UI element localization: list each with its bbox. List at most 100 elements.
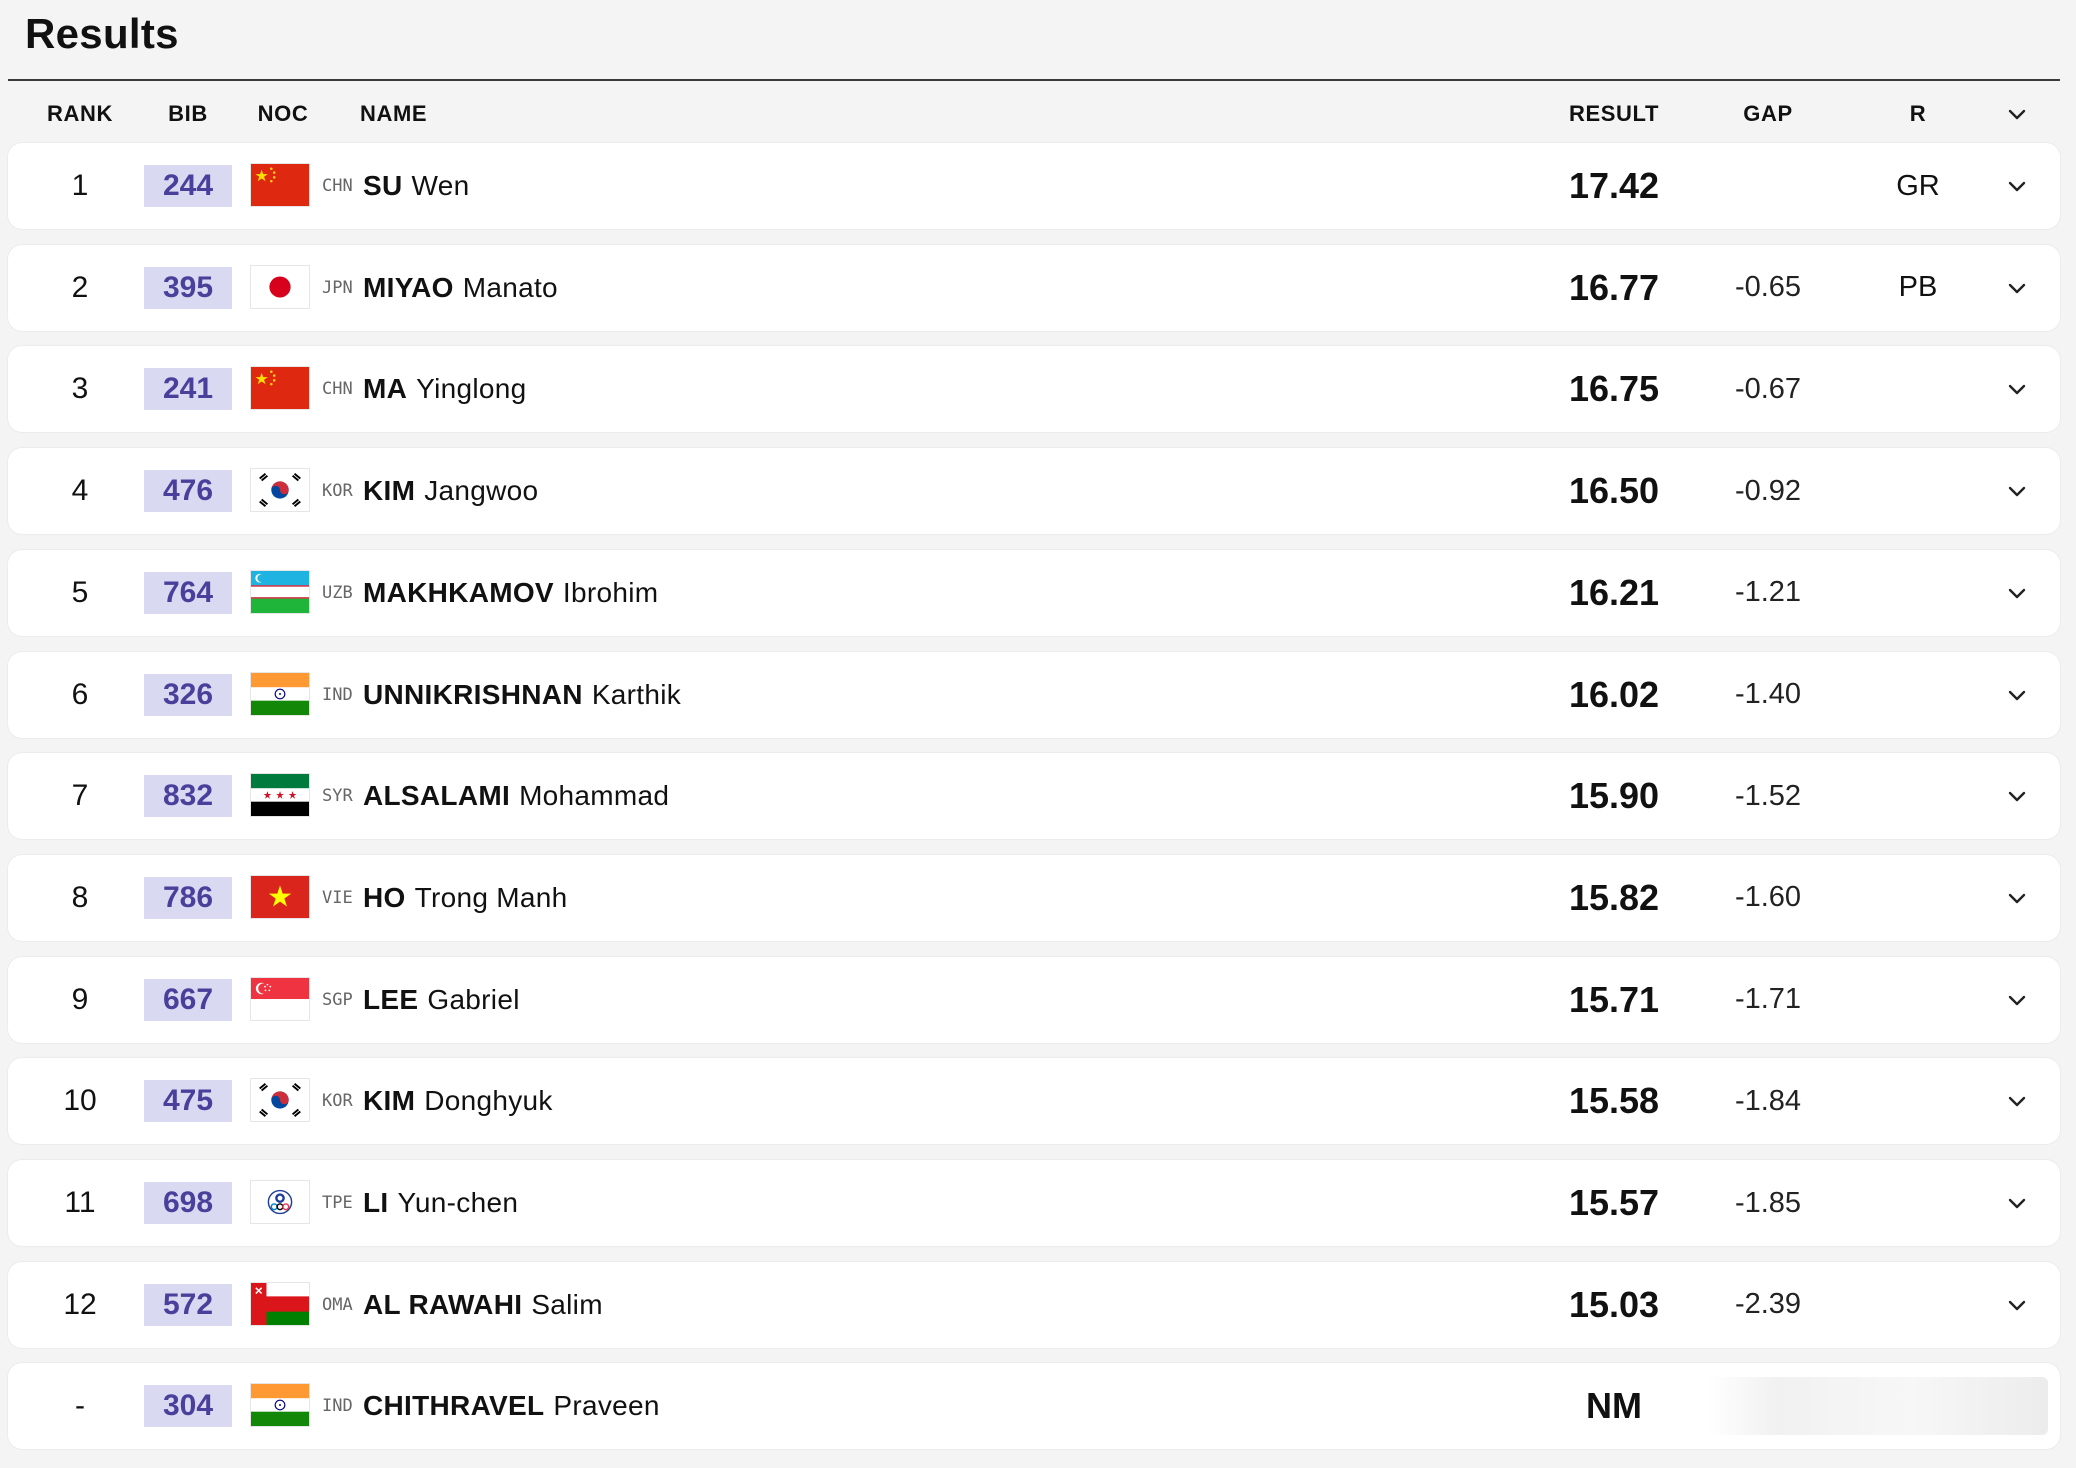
noc-code: VIE (322, 887, 353, 908)
expand-row-button[interactable] (1988, 550, 2046, 636)
athlete-given-name: Yun-chen (397, 1187, 519, 1218)
athlete-name[interactable]: MAKHKAMOV Ibrohim (363, 550, 658, 636)
athlete-name[interactable]: LI Yun-chen (363, 1160, 518, 1246)
rank-value: 6 (71, 677, 89, 711)
chevron-down-icon (2008, 1300, 2026, 1310)
expand-row-button[interactable] (1988, 652, 2046, 738)
header-noc: NOC (257, 101, 309, 126)
sgp-flag-icon (251, 977, 309, 1020)
expand-all-button[interactable] (1988, 90, 2046, 138)
athlete-given-name: Ibrohim (562, 576, 659, 608)
athlete-family-name: KIM (363, 1085, 416, 1117)
rank-value: 7 (71, 779, 89, 813)
bib-badge: 476 (144, 470, 232, 513)
noc-code: SGP (322, 989, 353, 1010)
expand-row-button[interactable] (1988, 753, 2046, 839)
table-row[interactable]: 12 572 OMA AL RAWAHI Salim 15.03 -2.39 (8, 1261, 2060, 1348)
athlete-family-name: HO (363, 881, 406, 913)
page-title: Results (25, 10, 179, 57)
chevron-down-icon (2008, 385, 2026, 395)
expand-row-button[interactable] (1988, 957, 2046, 1043)
table-row[interactable]: 1 244 CHN SU Wen 17.42 GR (8, 143, 2060, 229)
bib-badge: 304 (144, 1385, 232, 1428)
noc-code: CHN (322, 176, 353, 196)
athlete-family-name: LEE (363, 983, 419, 1015)
chn-flag-icon (251, 367, 309, 410)
expand-row-button[interactable] (1988, 855, 2046, 941)
table-header: RANK BIB NOC NAME RESULT GAP R (8, 90, 2060, 138)
chn-flag-icon (251, 164, 309, 206)
table-row[interactable]: 4 476 KOR KIM Jangwoo 16.50 -0.92 (8, 448, 2060, 535)
athlete-name[interactable]: HO Trong Manh (363, 855, 568, 941)
table-row[interactable]: 7 832 SYR ALSALAMI Mohammad 15.90 -1.52 (8, 753, 2060, 840)
record-value (1838, 448, 1998, 534)
expand-row-button[interactable] (1988, 1262, 2046, 1348)
syr-flag-icon (251, 774, 309, 817)
chevron-down-icon (2008, 995, 2026, 1005)
athlete-name[interactable]: KIM Donghyuk (363, 1058, 553, 1144)
results-page: Results RANK BIB NOC NAME RESULT GAP R 1… (0, 0, 2076, 1468)
record-value (1838, 550, 1998, 636)
expand-row-button[interactable] (1988, 143, 2046, 229)
expand-row-button[interactable] (1988, 245, 2046, 331)
chevron-down-icon (2008, 109, 2026, 120)
table-row[interactable]: 10 475 KOR KIM Donghyuk 15.58 -1.84 (8, 1058, 2060, 1145)
record-value (1838, 1160, 1998, 1246)
bib-badge: 832 (144, 775, 232, 818)
bib-badge: 667 (144, 978, 232, 1021)
expand-row-button[interactable] (1988, 1160, 2046, 1246)
noc-code: KOR (322, 1091, 353, 1112)
chevron-down-icon (2008, 588, 2026, 598)
oma-flag-icon (250, 1281, 310, 1326)
table-row[interactable]: 5 764 UZB MAKHKAMOV Ibrohim 16.21 -1.21 (8, 549, 2060, 636)
athlete-family-name: LI (363, 1187, 389, 1218)
expand-row-button[interactable] (1988, 346, 2046, 432)
athlete-name[interactable]: MIYAO Manato (363, 245, 558, 331)
athlete-family-name: ALSALAMI (363, 780, 511, 812)
table-row[interactable]: 8 786 VIE HO Trong Manh 15.82 -1.60 (8, 854, 2060, 941)
record-value (1838, 753, 1998, 839)
kor-flag-icon (250, 1078, 310, 1123)
athlete-name[interactable]: CHITHRAVEL Praveen (363, 1363, 660, 1449)
expand-row-button[interactable] (1988, 1058, 2046, 1144)
table-row[interactable]: 2 395 JPN MIYAO Manato 16.77 -0.65 PB (8, 244, 2060, 331)
athlete-name[interactable]: MA Yinglong (363, 346, 527, 432)
table-row[interactable]: 11 698 TPE LI Yun-chen 15.57 -1.85 (8, 1160, 2060, 1246)
rank-value: 8 (71, 880, 89, 914)
athlete-family-name: AL RAWAHI (363, 1288, 523, 1320)
noc-code: UZB (322, 582, 353, 603)
athlete-name[interactable]: LEE Gabriel (363, 957, 520, 1043)
athlete-given-name: Donghyuk (424, 1085, 553, 1117)
kor-flag-icon (251, 1079, 309, 1122)
uzb-flag-icon (250, 569, 310, 614)
athlete-family-name: CHITHRAVEL (363, 1390, 545, 1422)
athlete-name[interactable]: AL RAWAHI Salim (363, 1262, 603, 1348)
bib-badge: 244 (144, 165, 232, 207)
rank-value: - (75, 1389, 85, 1423)
athlete-given-name: Mohammad (519, 780, 670, 812)
record-value (1838, 346, 1998, 432)
athlete-family-name: KIM (363, 475, 416, 507)
record-value (1838, 1058, 1998, 1144)
bib-badge: 241 (144, 368, 232, 411)
record-value: GR (1896, 169, 1940, 202)
table-row[interactable]: 6 326 IND UNNIKRISHNAN Karthik 16.02 -1.4… (8, 651, 2060, 738)
athlete-name[interactable]: SU Wen (363, 143, 469, 229)
table-row[interactable]: 9 667 SGP LEE Gabriel 15.71 -1.71 (8, 956, 2060, 1043)
athlete-name[interactable]: ALSALAMI Mohammad (363, 753, 669, 839)
table-row[interactable]: - 304 IND CHITHRAVEL Praveen NM (8, 1363, 2060, 1450)
noc-code: OMA (322, 1294, 353, 1315)
noc-code: JPN (322, 277, 353, 298)
header-rank: RANK (47, 101, 113, 126)
rank-value: 12 (63, 1287, 97, 1321)
ind-flag-icon (250, 1383, 310, 1428)
vie-flag-icon (251, 875, 309, 918)
expand-row-button[interactable] (1988, 448, 2046, 534)
table-row[interactable]: 3 241 CHN MA Yinglong 16.75 -0.67 (8, 346, 2060, 433)
vie-flag-icon (250, 874, 310, 919)
athlete-name[interactable]: KIM Jangwoo (363, 448, 538, 534)
chevron-down-icon (2008, 1198, 2026, 1209)
athlete-name[interactable]: UNNIKRISHNAN Karthik (363, 652, 681, 738)
chevron-down-icon (2008, 486, 2026, 497)
jpn-flag-icon (251, 265, 309, 308)
